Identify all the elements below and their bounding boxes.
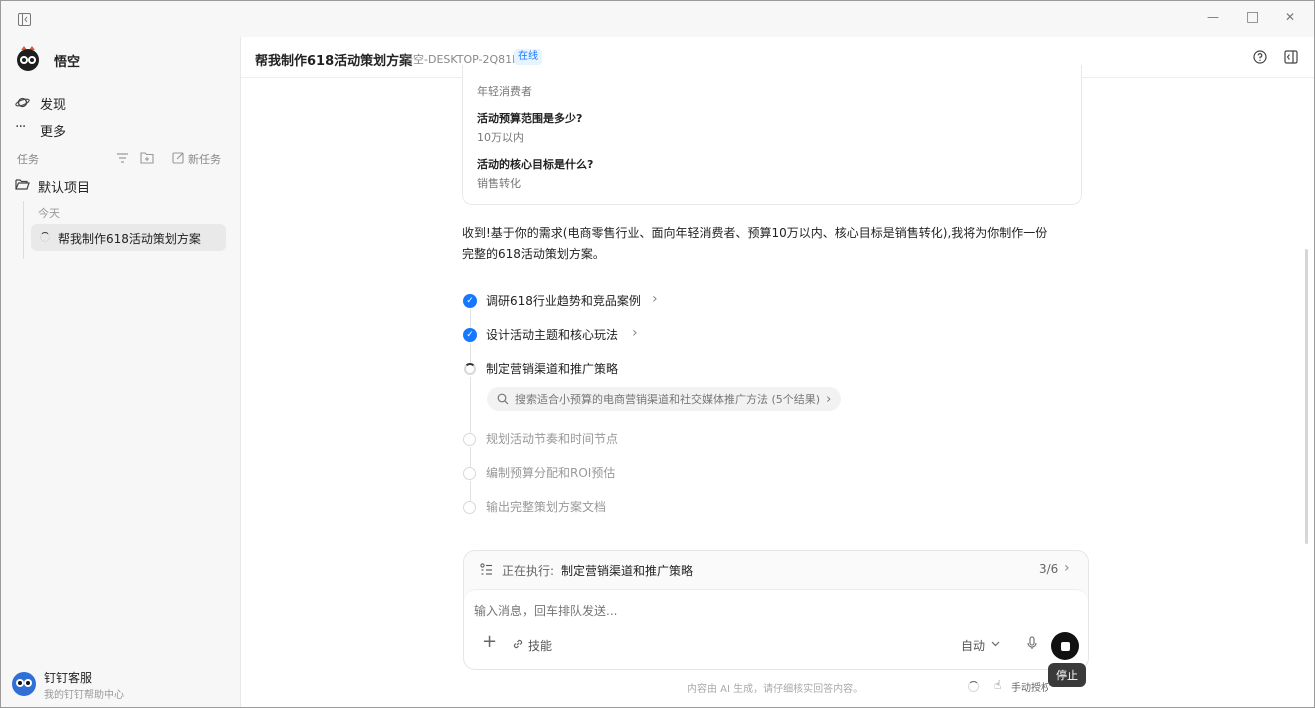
- executing-progress: 3/6: [1039, 562, 1059, 576]
- nav-label: 发现: [40, 98, 67, 113]
- qa-answer: 10万以内: [477, 131, 524, 144]
- spinner-icon: [464, 363, 476, 375]
- ai-disclaimer: 内容由 AI 生成，请仔细核实回答内容。: [687, 684, 864, 695]
- title-bar: — □ ✕: [1, 1, 1314, 37]
- message-input[interactable]: [474, 600, 1034, 622]
- qa-question: 活动预算范围是多少?: [477, 112, 583, 125]
- page-title: 帮我制作618活动策划方案: [255, 54, 413, 69]
- toggle-sidebar-icon[interactable]: [18, 13, 31, 26]
- pending-circle-icon: [463, 433, 476, 446]
- add-button[interactable]: +: [482, 633, 497, 651]
- step-label: 规划活动节奏和时间节点: [486, 432, 619, 446]
- task-list-icon: [480, 563, 492, 575]
- side-panel-icon[interactable]: [1284, 50, 1298, 64]
- user-subtitle: 我的钉钉帮助中心: [44, 690, 124, 701]
- mode-label: 自动: [961, 639, 986, 653]
- folder-open-icon: [15, 179, 30, 190]
- nav-label: 更多: [40, 125, 67, 140]
- microphone-icon[interactable]: [1027, 636, 1037, 650]
- composer-input-area: + 技能 自动: [464, 589, 1088, 669]
- stop-tooltip: 停止: [1048, 663, 1086, 687]
- step-item[interactable]: ✓ 调研618行业趋势和竞品案例 ›: [462, 291, 762, 311]
- user-name: 钉钉客服: [44, 671, 93, 685]
- assistant-reply: 收到!基于你的需求(电商零售行业、面向年轻消费者、预算10万以内、核心目标是销售…: [462, 223, 1087, 265]
- scrollbar-thumb[interactable]: [1305, 249, 1308, 544]
- sidebar: 悟空 发现 ··· 更多 任务 新任务 默认项目 今天 帮我制作618活动策划方…: [1, 37, 241, 707]
- chevron-down-icon: [991, 641, 1000, 647]
- step-label: 编制预算分配和ROI预估: [486, 466, 616, 480]
- user-profile[interactable]: 钉钉客服 我的钉钉帮助中心: [11, 669, 231, 701]
- pending-circle-icon: [463, 501, 476, 514]
- tree-line: [23, 201, 24, 259]
- manual-auth-label: 手动授权: [1011, 683, 1048, 694]
- composer: 正在执行: 制定营销渠道和推广策略 3/6 › + 技能 自动: [463, 550, 1089, 670]
- app-name: 悟空: [54, 55, 81, 70]
- minimize-button[interactable]: —: [1207, 10, 1219, 24]
- step-item[interactable]: ✓ 设计活动主题和核心玩法 ›: [462, 325, 762, 345]
- step-label: 输出完整策划方案文档: [486, 500, 607, 514]
- search-pill-text: 搜索适合小预算的电商营销渠道和社交媒体推广方法 (5个结果): [515, 393, 821, 406]
- app-window: — □ ✕ 悟空 发现 ··· 更多 任务 新任务 默认项目 今天 帮我制作61…: [0, 0, 1315, 708]
- qa-answer: 销售转化: [477, 177, 521, 190]
- hand-icon: ☝: [994, 678, 1002, 692]
- check-circle-icon: ✓: [463, 294, 477, 308]
- pending-circle-icon: [463, 467, 476, 480]
- chevron-right-icon: ›: [826, 391, 832, 407]
- chevron-right-icon: ›: [1064, 560, 1070, 576]
- loading-icon: [40, 232, 50, 242]
- chevron-right-icon: ›: [632, 325, 638, 341]
- avatar: [12, 672, 36, 696]
- spinner-icon: [968, 681, 979, 692]
- reply-line: 完整的618活动策划方案。: [462, 247, 605, 261]
- task-item-active[interactable]: 帮我制作618活动策划方案: [31, 224, 226, 251]
- project-name: 默认项目: [38, 181, 91, 196]
- link-icon: [513, 639, 523, 649]
- executing-task: 制定营销渠道和推广策略: [561, 564, 694, 578]
- skills-label: 技能: [528, 639, 553, 653]
- stop-button[interactable]: [1051, 632, 1079, 660]
- step-item[interactable]: 编制预算分配和ROI预估: [462, 463, 762, 483]
- more-icon: ···: [15, 119, 26, 135]
- edit-icon: [172, 152, 184, 164]
- close-button[interactable]: ✕: [1285, 10, 1295, 24]
- search-result-pill[interactable]: 搜索适合小预算的电商营销渠道和社交媒体推广方法 (5个结果) ›: [487, 387, 842, 411]
- step-label: 设计活动主题和核心玩法: [486, 328, 619, 342]
- chevron-right-icon: ›: [652, 291, 658, 307]
- step-label: 制定营销渠道和推广策略: [486, 362, 619, 376]
- help-icon[interactable]: [1253, 50, 1267, 64]
- project-item[interactable]: 默认项目: [15, 175, 225, 197]
- nav-item-more[interactable]: ··· 更多: [15, 119, 225, 141]
- step-item[interactable]: 规划活动节奏和时间节点: [462, 429, 762, 449]
- tasks-section-title: 任务: [17, 153, 39, 166]
- executing-prefix: 正在执行:: [502, 564, 555, 578]
- manual-auth-button[interactable]: ☝ 手动授权: [994, 678, 1048, 694]
- task-title: 帮我制作618活动策划方案: [58, 232, 201, 246]
- new-task-label: 新任务: [188, 153, 221, 166]
- status-badge: 在线: [514, 49, 542, 65]
- nav-item-discover[interactable]: 发现: [15, 92, 225, 114]
- check-circle-icon: ✓: [463, 328, 477, 342]
- executing-status-bar[interactable]: 正在执行: 制定营销渠道和推广策略 3/6 ›: [464, 551, 1088, 589]
- maximize-button[interactable]: □: [1246, 9, 1259, 25]
- step-label: 调研618行业趋势和竞品案例: [486, 294, 641, 308]
- reply-line: 收到!基于你的需求(电商零售行业、面向年轻消费者、预算10万以内、核心目标是销售…: [462, 226, 1048, 240]
- new-folder-icon[interactable]: [140, 151, 154, 164]
- group-label-today: 今天: [38, 207, 60, 220]
- step-connector: [470, 377, 471, 433]
- step-item[interactable]: 输出完整策划方案文档: [462, 497, 762, 517]
- qa-question: 活动的核心目标是什么?: [477, 158, 594, 171]
- stop-icon: [1060, 641, 1070, 651]
- planet-icon: [15, 97, 30, 108]
- step-item[interactable]: 制定营销渠道和推广策略: [462, 359, 762, 379]
- app-logo: [15, 45, 41, 71]
- search-icon: [497, 393, 509, 405]
- filter-icon[interactable]: [116, 152, 129, 164]
- qa-summary-card: 年轻消费者 活动预算范围是多少? 10万以内 活动的核心目标是什么? 销售转化: [462, 65, 1082, 205]
- qa-answer: 年轻消费者: [477, 85, 532, 98]
